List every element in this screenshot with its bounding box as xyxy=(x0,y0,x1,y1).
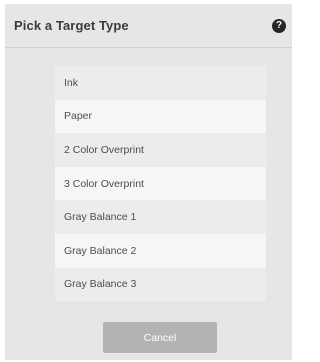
cancel-button[interactable]: Cancel xyxy=(103,322,217,353)
target-type-item-ink[interactable]: Ink xyxy=(55,66,266,100)
target-type-item-3-color-overprint[interactable]: 3 Color Overprint xyxy=(55,166,266,201)
dialog-title: Pick a Target Type xyxy=(14,18,129,33)
target-type-item-gray-balance-3[interactable]: Gray Balance 3 xyxy=(55,267,266,302)
help-icon[interactable]: ? xyxy=(272,18,286,33)
target-type-item-paper[interactable]: Paper xyxy=(55,99,266,134)
pick-target-type-dialog: Pick a Target Type ? Ink Paper 2 Color O… xyxy=(5,4,292,360)
target-type-item-2-color-overprint[interactable]: 2 Color Overprint xyxy=(55,133,266,167)
dialog-header: Pick a Target Type ? xyxy=(5,4,292,48)
target-type-list: Ink Paper 2 Color Overprint 3 Color Over… xyxy=(55,66,266,302)
target-type-item-gray-balance-1[interactable]: Gray Balance 1 xyxy=(55,200,266,234)
target-type-item-gray-balance-2[interactable]: Gray Balance 2 xyxy=(55,233,266,268)
